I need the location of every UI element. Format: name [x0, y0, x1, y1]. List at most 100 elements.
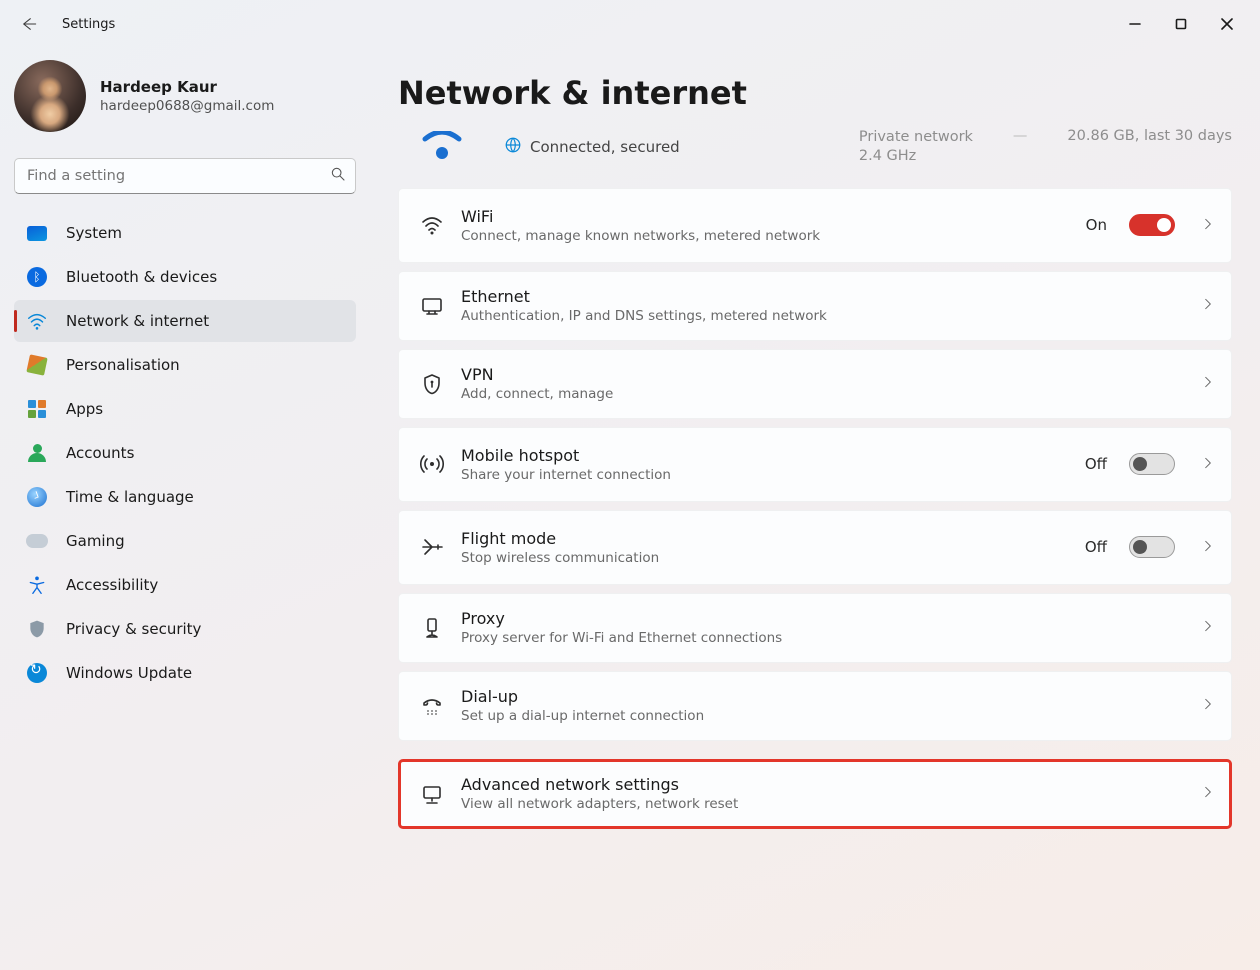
bluetooth-icon: ᛒ — [26, 266, 48, 288]
settings-cards: WiFi Connect, manage known networks, met… — [398, 188, 1232, 829]
card-dialup[interactable]: Dial-up Set up a dial-up internet connec… — [398, 671, 1232, 741]
nav-apps[interactable]: Apps — [14, 388, 356, 430]
card-title: VPN — [461, 365, 1185, 384]
maximize-button[interactable] — [1158, 8, 1204, 40]
nav-privacy[interactable]: Privacy & security — [14, 608, 356, 650]
card-title: Proxy — [461, 609, 1185, 628]
nav-label: Accessibility — [66, 576, 158, 594]
chevron-right-icon — [1201, 296, 1215, 315]
flight-toggle[interactable] — [1129, 536, 1175, 558]
chevron-right-icon — [1201, 216, 1215, 235]
card-title: Ethernet — [461, 287, 1185, 306]
status-connection: Connected, secured — [530, 138, 680, 156]
proxy-icon — [419, 615, 445, 641]
update-icon — [26, 662, 48, 684]
card-sub: Stop wireless communication — [461, 550, 1069, 566]
search-icon — [330, 166, 346, 186]
back-button[interactable] — [20, 15, 38, 33]
nav-label: Windows Update — [66, 664, 192, 682]
titlebar: Settings — [0, 0, 1260, 48]
nav-network[interactable]: Network & internet — [14, 300, 356, 342]
card-sub: Add, connect, manage — [461, 386, 1185, 402]
card-ethernet[interactable]: Ethernet Authentication, IP and DNS sett… — [398, 271, 1232, 341]
card-title: Mobile hotspot — [461, 446, 1069, 465]
accessibility-icon — [26, 574, 48, 596]
nav-time[interactable]: Time & language — [14, 476, 356, 518]
nav-bluetooth[interactable]: ᛒ Bluetooth & devices — [14, 256, 356, 298]
card-title: Flight mode — [461, 529, 1069, 548]
user-name: Hardeep Kaur — [100, 78, 274, 96]
nav-label: Apps — [66, 400, 103, 418]
nav-update[interactable]: Windows Update — [14, 652, 356, 694]
card-sub: Authentication, IP and DNS settings, met… — [461, 308, 1185, 324]
clock-icon — [26, 486, 48, 508]
app-title: Settings — [62, 17, 115, 32]
search-input[interactable] — [14, 158, 356, 194]
flight-state: Off — [1085, 538, 1107, 556]
hotspot-toggle[interactable] — [1129, 453, 1175, 475]
card-title: Dial-up — [461, 687, 1185, 706]
nav-label: Privacy & security — [66, 620, 201, 638]
card-sub: View all network adapters, network reset — [461, 796, 1185, 812]
person-icon — [26, 442, 48, 464]
nav-accessibility[interactable]: Accessibility — [14, 564, 356, 606]
status-usage: 20.86 GB, last 30 days — [1067, 128, 1232, 166]
wifi-icon — [26, 310, 48, 332]
chevron-right-icon — [1201, 374, 1215, 393]
nav-label: Time & language — [66, 488, 194, 506]
user-email: hardeep0688@gmail.com — [100, 98, 274, 114]
window-controls — [1112, 8, 1250, 40]
card-vpn[interactable]: VPN Add, connect, manage — [398, 349, 1232, 419]
card-proxy[interactable]: Proxy Proxy server for Wi-Fi and Etherne… — [398, 593, 1232, 663]
card-title: Advanced network settings — [461, 775, 1185, 794]
user-block[interactable]: Hardeep Kaur hardeep0688@gmail.com — [14, 48, 370, 154]
globe-icon — [504, 136, 522, 158]
page-title: Network & internet — [398, 74, 1232, 112]
card-advanced-network[interactable]: Advanced network settings View all netwo… — [398, 759, 1232, 829]
nav-accounts[interactable]: Accounts — [14, 432, 356, 474]
chevron-right-icon — [1201, 538, 1215, 557]
nav-label: System — [66, 224, 122, 242]
shield-icon — [26, 618, 48, 640]
phone-icon — [419, 693, 445, 719]
status-band: 2.4 GHz — [859, 147, 973, 166]
card-hotspot[interactable]: Mobile hotspot Share your internet conne… — [398, 427, 1232, 502]
shield-icon — [419, 371, 445, 397]
main-panel: Network & internet Connected, secured — [370, 48, 1260, 970]
apps-icon — [26, 398, 48, 420]
wifi-state: On — [1086, 216, 1107, 234]
chevron-right-icon — [1201, 618, 1215, 637]
card-sub: Share your internet connection — [461, 467, 1069, 483]
ethernet-icon — [419, 293, 445, 319]
card-wifi[interactable]: WiFi Connect, manage known networks, met… — [398, 188, 1232, 263]
search-box — [14, 158, 356, 194]
chevron-right-icon — [1201, 696, 1215, 715]
card-flight-mode[interactable]: Flight mode Stop wireless communication … — [398, 510, 1232, 585]
chevron-right-icon — [1201, 455, 1215, 474]
nav-label: Network & internet — [66, 312, 209, 330]
connection-status-strip: Connected, secured Private network 2.4 G… — [398, 118, 1232, 184]
wifi-toggle[interactable] — [1129, 214, 1175, 236]
nav-system[interactable]: System — [14, 212, 356, 254]
avatar — [14, 60, 86, 132]
status-private: Private network — [859, 128, 973, 147]
wifi-icon — [419, 212, 445, 238]
wifi-status-icon — [416, 131, 468, 163]
separator-icon: — — [1013, 128, 1028, 166]
minimize-button[interactable] — [1112, 8, 1158, 40]
nav-label: Gaming — [66, 532, 125, 550]
card-sub: Connect, manage known networks, metered … — [461, 228, 1070, 244]
nav-label: Accounts — [66, 444, 134, 462]
nav-label: Bluetooth & devices — [66, 268, 217, 286]
nav: System ᛒ Bluetooth & devices Network & i… — [14, 212, 370, 694]
nav-personalisation[interactable]: Personalisation — [14, 344, 356, 386]
airplane-icon — [419, 534, 445, 560]
card-sub: Set up a dial-up internet connection — [461, 708, 1185, 724]
hotspot-icon — [419, 451, 445, 477]
nav-gaming[interactable]: Gaming — [14, 520, 356, 562]
close-button[interactable] — [1204, 8, 1250, 40]
network-adapter-icon — [419, 781, 445, 807]
card-sub: Proxy server for Wi-Fi and Ethernet conn… — [461, 630, 1185, 646]
chevron-right-icon — [1201, 784, 1215, 803]
card-title: WiFi — [461, 207, 1070, 226]
